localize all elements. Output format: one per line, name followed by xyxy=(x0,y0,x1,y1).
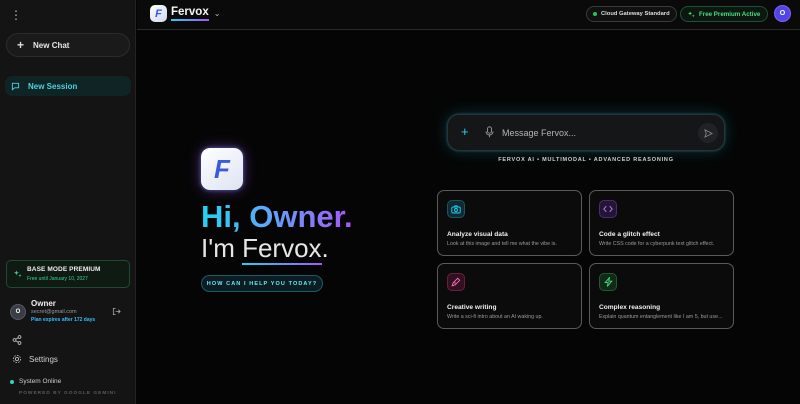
suggestion-card[interactable]: Complex reasoning Explain quantum entang… xyxy=(589,263,734,329)
send-icon xyxy=(703,128,713,138)
user-email: secret@gmail.com xyxy=(31,309,77,315)
sparkle-icon xyxy=(688,10,695,17)
hero-logo-letter: F xyxy=(214,154,230,184)
camera-icon xyxy=(447,200,465,218)
suggestion-card[interactable]: Creative writing Write a sci-fi intro ab… xyxy=(437,263,582,329)
intro-prefix: I'm xyxy=(201,233,243,263)
pen-icon xyxy=(447,273,465,291)
premium-card[interactable]: BASE MODE PREMIUM Free until January 10,… xyxy=(6,260,130,288)
status-dot-icon xyxy=(593,12,597,16)
more-menu-icon[interactable]: ⋮ xyxy=(10,8,22,22)
gateway-badge[interactable]: Cloud Gateway Standard xyxy=(586,6,677,22)
card-description: Explain quantum entanglement like I am 5… xyxy=(599,314,723,320)
avatar: O xyxy=(10,304,26,320)
intro-line: I'm Fervox. xyxy=(201,233,329,265)
gear-icon xyxy=(12,354,22,364)
powered-by: POWERED BY GOOGLE GEMINI xyxy=(19,391,117,396)
top-bar: F Fervox ⌄ Cloud Gateway Standard Free P… xyxy=(137,0,800,30)
brand-name: Fervox xyxy=(171,6,209,21)
card-title: Code a glitch effect xyxy=(599,231,660,238)
intro-name: Fervox xyxy=(242,233,322,265)
intro-suffix: . xyxy=(321,233,329,263)
new-chat-button[interactable]: + New Chat xyxy=(6,33,130,57)
plan-expiry: Plan expires after 172 days xyxy=(31,317,96,323)
card-description: Write a sci-fi intro about an AI waking … xyxy=(447,314,543,320)
card-description: Write CSS code for a cyberpunk text glit… xyxy=(599,241,715,247)
user-avatar-button[interactable]: O xyxy=(774,5,791,22)
session-label: New Session xyxy=(28,81,78,91)
code-icon xyxy=(599,200,617,218)
composer-tagline: FERVOX AI • MULTIMODAL • ADVANCED REASON… xyxy=(498,157,674,163)
user-name: Owner xyxy=(31,299,56,308)
card-title: Analyze visual data xyxy=(447,231,508,238)
bolt-icon xyxy=(599,273,617,291)
status-label: System Online xyxy=(19,378,62,385)
app: ⋮ + New Chat New Session BASE MODE PREMI… xyxy=(0,0,800,404)
share-icon[interactable] xyxy=(12,335,22,345)
chevron-down-icon: ⌄ xyxy=(213,9,221,18)
gateway-label: Cloud Gateway Standard xyxy=(601,11,670,17)
chat-bubble-icon xyxy=(11,82,20,91)
status-dot-icon xyxy=(10,379,14,384)
system-status: System Online xyxy=(10,378,61,385)
premium-label: Free Premium Active xyxy=(699,10,761,18)
message-input[interactable] xyxy=(502,126,682,140)
card-title: Creative writing xyxy=(447,304,497,311)
send-button[interactable] xyxy=(698,123,718,143)
microphone-icon[interactable] xyxy=(485,126,494,138)
sidebar: ⋮ + New Chat New Session BASE MODE PREMI… xyxy=(0,0,136,404)
sidebar-item-session[interactable]: New Session xyxy=(5,76,131,96)
help-prompt-badge: HOW CAN I HELP YOU TODAY? xyxy=(201,275,323,292)
premium-badge[interactable]: Free Premium Active xyxy=(680,6,769,22)
fervox-hero-logo-icon: F xyxy=(201,148,243,190)
message-composer: + xyxy=(447,114,725,151)
settings-label: Settings xyxy=(29,354,58,364)
new-chat-label: New Chat xyxy=(33,40,70,50)
sparkle-icon xyxy=(14,270,22,278)
fervox-logo-icon: F xyxy=(150,5,167,22)
premium-subtitle: Free until January 10, 2027 xyxy=(27,276,88,282)
greeting-title: Hi, Owner. xyxy=(201,199,353,234)
card-title: Complex reasoning xyxy=(599,304,661,311)
premium-title: BASE MODE PREMIUM xyxy=(27,266,101,273)
settings-button[interactable]: Settings xyxy=(12,354,58,364)
user-profile[interactable]: O Owner secret@gmail.com Plan expires af… xyxy=(10,298,130,326)
suggestion-card[interactable]: Analyze visual data Look at this image a… xyxy=(437,190,582,256)
plus-icon: + xyxy=(17,38,25,52)
suggestion-card[interactable]: Code a glitch effect Write CSS code for … xyxy=(589,190,734,256)
attach-plus-icon[interactable]: + xyxy=(461,125,469,139)
model-selector[interactable]: F Fervox ⌄ xyxy=(150,5,220,22)
logout-icon[interactable] xyxy=(112,307,121,316)
card-description: Look at this image and tell me what the … xyxy=(447,241,557,247)
